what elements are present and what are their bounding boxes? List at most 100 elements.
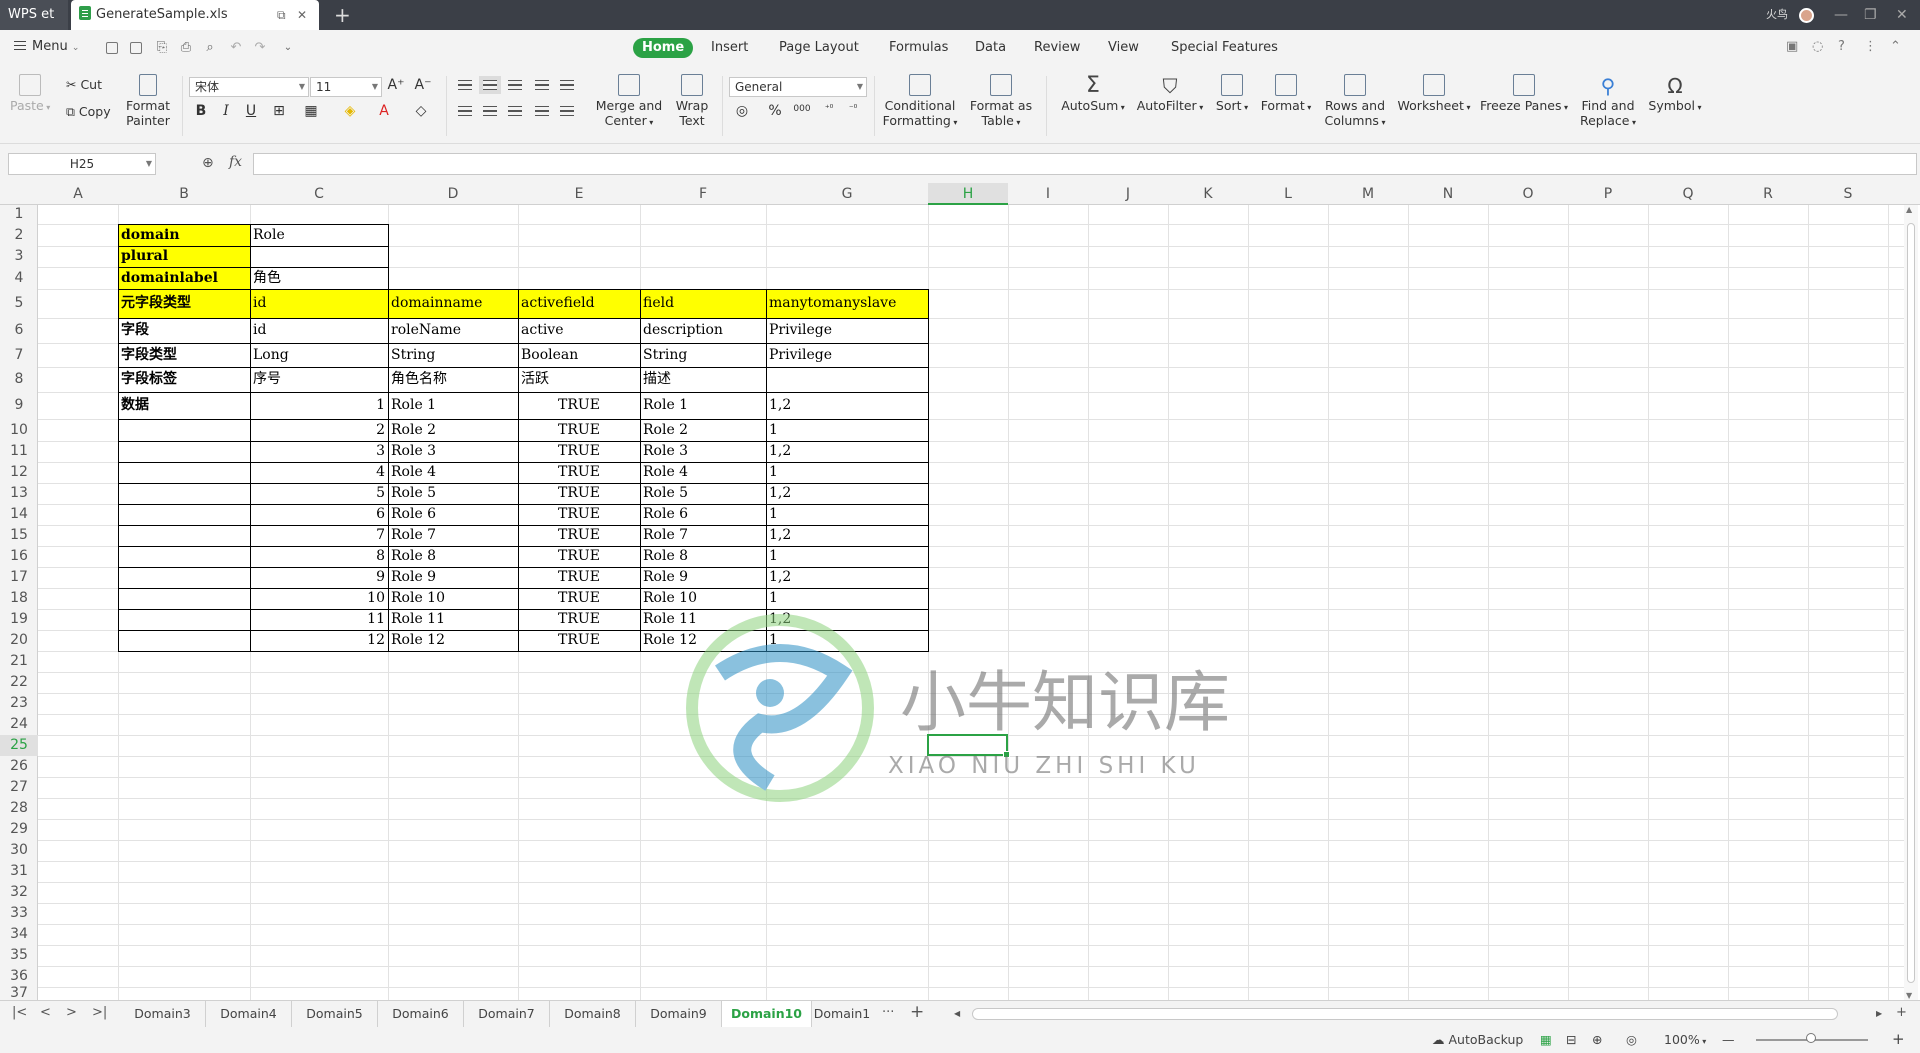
align-bottom-icon[interactable] <box>508 80 522 90</box>
decrease-indent-icon[interactable] <box>535 80 549 90</box>
add-sheet-icon[interactable]: + <box>910 1002 924 1022</box>
type-row-cell[interactable]: 字段类型 <box>118 343 250 367</box>
format-as-table-button[interactable]: Format as Table ▾ <box>966 74 1036 130</box>
user-name[interactable]: 火鸟 <box>1766 0 1788 30</box>
number-format-select[interactable]: General ▼ <box>729 77 867 97</box>
data-cell[interactable]: TRUE <box>518 567 640 588</box>
eye-protection-icon[interactable]: ◎ <box>1626 1032 1637 1047</box>
rows-columns-button[interactable]: Rows and Columns ▾ <box>1320 74 1390 130</box>
save-icon[interactable] <box>130 42 142 54</box>
tab-page-layout[interactable]: Page Layout <box>770 38 868 58</box>
header-cell[interactable]: id <box>250 289 388 318</box>
expand-icon[interactable]: + <box>1896 1005 1907 1020</box>
autobackup-button[interactable]: ☁ AutoBackup <box>1432 1032 1523 1047</box>
data-cell[interactable]: 1,2 <box>766 567 928 588</box>
align-center-icon[interactable] <box>483 106 497 116</box>
data-cell[interactable]: Role 6 <box>388 504 518 525</box>
comment-icon[interactable]: ◌ <box>1812 39 1823 54</box>
tab-formulas[interactable]: Formulas <box>880 38 957 58</box>
open-icon[interactable] <box>106 42 118 54</box>
data-cell[interactable]: TRUE <box>518 441 640 462</box>
data-cell[interactable]: 1 <box>766 546 928 567</box>
minimize-icon[interactable]: — <box>1834 0 1848 30</box>
help-icon[interactable]: ? <box>1838 39 1845 54</box>
data-cell[interactable]: TRUE <box>518 609 640 630</box>
data-cell[interactable]: 9 <box>250 567 388 588</box>
data-cell[interactable]: Role 2 <box>388 419 518 441</box>
thousands-button[interactable]: 000 <box>790 104 814 114</box>
scroll-right-icon[interactable]: ▶ <box>1876 1009 1882 1018</box>
font-name-select[interactable]: 宋体 ▼ <box>189 77 309 97</box>
data-cell[interactable]: 1,2 <box>766 609 928 630</box>
distributed-icon[interactable] <box>560 106 574 116</box>
increase-indent-icon[interactable] <box>560 80 574 90</box>
autosum-button[interactable]: Σ AutoSum ▾ <box>1058 74 1128 114</box>
data-cell[interactable]: 4 <box>250 462 388 483</box>
meta-value-cell[interactable]: Role <box>250 224 388 246</box>
data-cell[interactable]: Role 9 <box>640 567 766 588</box>
data-cell[interactable]: TRUE <box>518 630 640 651</box>
sheet-tab-domain3[interactable]: Domain3 <box>120 1001 206 1027</box>
print-preview-icon[interactable]: ⌕ <box>202 40 218 56</box>
data-cell[interactable]: 1 <box>766 588 928 609</box>
header-cell[interactable]: 元字段类型 <box>118 289 250 318</box>
zoom-in-icon[interactable]: + <box>1892 1030 1905 1048</box>
underline-button[interactable]: U <box>242 103 260 119</box>
data-cell[interactable]: TRUE <box>518 525 640 546</box>
zoom-select[interactable]: 100% ▾ <box>1664 1032 1706 1047</box>
meta-label-cell[interactable]: domain <box>118 224 250 246</box>
vertical-scroll-thumb[interactable] <box>1907 223 1915 983</box>
data-cell[interactable]: TRUE <box>518 419 640 441</box>
export-icon[interactable]: ⎘ <box>154 40 170 56</box>
data-cell[interactable]: Role 12 <box>388 630 518 651</box>
scroll-down-icon[interactable]: ▼ <box>1906 991 1912 1000</box>
sheet-tab-domain8[interactable]: Domain8 <box>550 1001 636 1027</box>
data-cell[interactable]: Role 1 <box>640 392 766 419</box>
label-row-cell[interactable]: 序号 <box>250 367 388 392</box>
more-options-icon[interactable]: ⋮ <box>1864 39 1877 54</box>
data-cell[interactable]: Role 5 <box>640 483 766 504</box>
data-cell[interactable]: 11 <box>250 609 388 630</box>
field-row-cell[interactable]: active <box>518 318 640 343</box>
user-avatar[interactable] <box>1799 8 1814 23</box>
format-button[interactable]: Format ▾ <box>1258 74 1314 113</box>
label-row-cell[interactable]: 描述 <box>640 367 766 392</box>
decrease-decimal-icon[interactable]: ⁻⁰ <box>844 104 862 114</box>
more-sheets-icon[interactable]: ··· <box>882 1005 894 1020</box>
italic-button[interactable]: I <box>217 103 235 119</box>
wrap-text-button[interactable]: Wrap Text <box>668 74 716 128</box>
type-row-cell[interactable]: String <box>640 343 766 367</box>
sheet-tab-domain5[interactable]: Domain5 <box>292 1001 378 1027</box>
worksheet-button[interactable]: Worksheet ▾ <box>1394 74 1474 113</box>
meta-value-cell[interactable] <box>250 246 388 267</box>
sheet-tab-domain7[interactable]: Domain7 <box>464 1001 550 1027</box>
data-cell[interactable]: TRUE <box>518 588 640 609</box>
data-cell[interactable]: 1 <box>766 630 928 651</box>
name-box[interactable]: H25 ▼ <box>8 153 156 175</box>
data-cell[interactable]: Role 3 <box>388 441 518 462</box>
restore-icon[interactable]: ❐ <box>1864 0 1877 30</box>
percent-button[interactable]: % <box>766 103 784 119</box>
cut-button[interactable]: ✂ Cut <box>66 77 102 92</box>
data-cell[interactable]: Role 6 <box>640 504 766 525</box>
data-cell[interactable]: Role 12 <box>640 630 766 651</box>
data-cell[interactable]: 1,2 <box>766 525 928 546</box>
undo-icon[interactable]: ↶ <box>228 40 244 56</box>
field-row-cell[interactable]: id <box>250 318 388 343</box>
sheet-tab-domain9[interactable]: Domain9 <box>636 1001 722 1027</box>
data-cell[interactable]: Role 4 <box>388 462 518 483</box>
label-row-cell[interactable]: 角色名称 <box>388 367 518 392</box>
tab-special-features[interactable]: Special Features <box>1162 38 1287 58</box>
data-cell[interactable]: 7 <box>250 525 388 546</box>
align-top-icon[interactable] <box>458 80 472 90</box>
page-layout-view-icon[interactable]: ⊕ <box>1592 1032 1602 1047</box>
data-cell[interactable]: TRUE <box>518 392 640 419</box>
fill-color-icon[interactable]: ◈ <box>341 103 359 119</box>
copy-button[interactable]: ⧉ Copy <box>66 104 111 120</box>
data-cell[interactable]: 1 <box>250 392 388 419</box>
data-cell[interactable]: TRUE <box>518 504 640 525</box>
app-tab[interactable]: WPS et <box>0 0 68 30</box>
data-cell[interactable]: Role 11 <box>388 609 518 630</box>
page-break-view-icon[interactable]: ⊟ <box>1566 1032 1576 1047</box>
header-cell[interactable]: domainname <box>388 289 518 318</box>
